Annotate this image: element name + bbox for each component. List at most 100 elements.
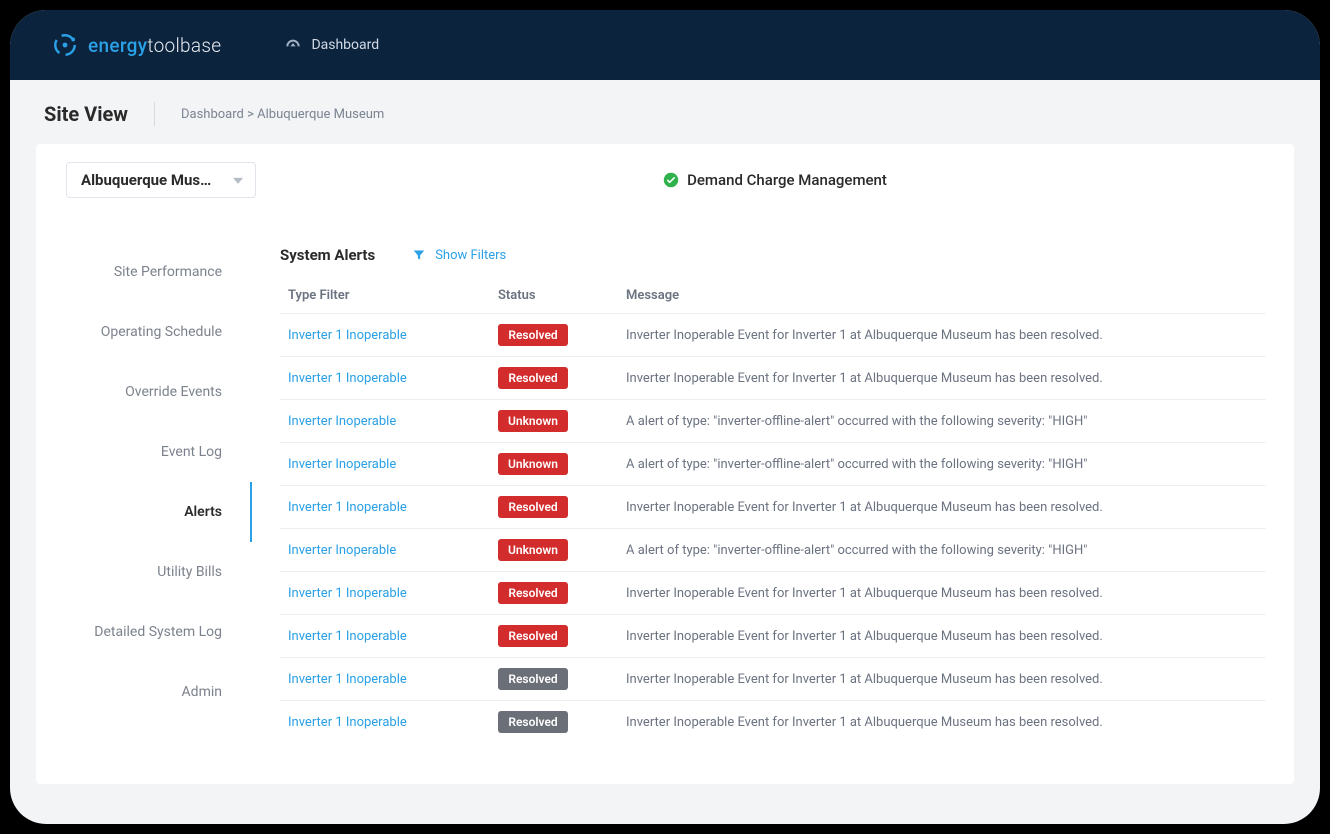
status-badge: Resolved [498, 324, 568, 346]
sidebar-item-admin[interactable]: Admin [36, 662, 252, 722]
alert-type-cell: Inverter 1 Inoperable [280, 314, 490, 357]
alert-type-link[interactable]: Inverter 1 Inoperable [288, 328, 407, 343]
status-badge: Unknown [498, 539, 568, 561]
sidebar-item-site-performance[interactable]: Site Performance [36, 242, 252, 302]
brand: energytoolbase [52, 32, 221, 58]
site-select[interactable]: Albuquerque Muse… [66, 162, 256, 198]
breadcrumb-home[interactable]: Dashboard [181, 107, 244, 122]
content-area: Albuquerque Muse… Demand Charge Manageme… [36, 144, 1294, 784]
alert-type-link[interactable]: Inverter Inoperable [288, 543, 396, 558]
alert-type-link[interactable]: Inverter 1 Inoperable [288, 500, 407, 515]
alert-status-cell: Resolved [490, 701, 618, 744]
status-badge: Resolved [498, 711, 568, 733]
table-row[interactable]: Inverter 1 Inoperable Resolved Inverter In… [280, 658, 1266, 701]
status-badge: Resolved [498, 668, 568, 690]
nav-dashboard-label: Dashboard [311, 37, 379, 53]
alert-type-cell: Inverter 1 Inoperable [280, 658, 490, 701]
alert-type-link[interactable]: Inverter 1 Inoperable [288, 672, 407, 687]
show-filters-label: Show Filters [435, 248, 506, 263]
check-circle-icon [663, 172, 679, 188]
alert-status-cell: Resolved [490, 486, 618, 529]
sidebar-item-override-events[interactable]: Override Events [36, 362, 252, 422]
table-row[interactable]: Inverter 1 Inoperable Resolved Inverter In… [280, 486, 1266, 529]
alert-type-link[interactable]: Inverter 1 Inoperable [288, 629, 407, 644]
alert-message-cell: Inverter Inoperable Event for Inverter 1… [618, 658, 1266, 701]
alert-type-link[interactable]: Inverter Inoperable [288, 414, 396, 429]
alert-type-cell: Inverter 1 Inoperable [280, 701, 490, 744]
content-top: Albuquerque Muse… Demand Charge Manageme… [36, 144, 1294, 216]
alert-status-cell: Resolved [490, 314, 618, 357]
sidebar-item-detailed-system-log[interactable]: Detailed System Log [36, 602, 252, 662]
alert-message-cell: Inverter Inoperable Event for Inverter 1… [618, 357, 1266, 400]
alert-status-cell: Unknown [490, 529, 618, 572]
alert-status-cell: Unknown [490, 400, 618, 443]
sidebar-item-operating-schedule[interactable]: Operating Schedule [36, 302, 252, 362]
brand-text: energytoolbase [88, 34, 221, 57]
mode-label: Demand Charge Management [687, 171, 887, 189]
col-type[interactable]: Type Filter [280, 278, 490, 314]
alert-message-cell: A alert of type: "inverter-offline-alert… [618, 529, 1266, 572]
alert-type-link[interactable]: Inverter 1 Inoperable [288, 586, 407, 601]
alert-type-cell: Inverter Inoperable [280, 443, 490, 486]
show-filters[interactable]: Show Filters [413, 248, 506, 263]
alert-message-cell: Inverter Inoperable Event for Inverter 1… [618, 615, 1266, 658]
content-body: Site PerformanceOperating ScheduleOverri… [36, 216, 1294, 753]
alert-type-link[interactable]: Inverter 1 Inoperable [288, 371, 407, 386]
alert-type-cell: Inverter Inoperable [280, 529, 490, 572]
status-badge: Unknown [498, 453, 568, 475]
divider [154, 102, 155, 126]
alert-type-link[interactable]: Inverter Inoperable [288, 457, 396, 472]
header-row: Site View Dashboard > Albuquerque Museum [10, 80, 1320, 144]
app-frame: energytoolbase Dashboard Site View Dashb… [10, 10, 1320, 824]
alert-message-cell: Inverter Inoperable Event for Inverter 1… [618, 572, 1266, 615]
alert-status-cell: Resolved [490, 615, 618, 658]
alert-type-cell: Inverter 1 Inoperable [280, 486, 490, 529]
brand-logo-icon [52, 32, 78, 58]
section-title: System Alerts [280, 246, 375, 264]
status-badge: Resolved [498, 367, 568, 389]
alert-type-cell: Inverter 1 Inoperable [280, 615, 490, 658]
alert-type-cell: Inverter Inoperable [280, 400, 490, 443]
table-row[interactable]: Inverter Inoperable Unknown A alert of typ… [280, 400, 1266, 443]
mode-badge: Demand Charge Management [663, 171, 887, 189]
alert-status-cell: Resolved [490, 572, 618, 615]
alerts-table: Type Filter Status Message Inverter 1 In… [280, 278, 1266, 743]
table-row[interactable]: Inverter Inoperable Unknown A alert of typ… [280, 443, 1266, 486]
sidebar-item-utility-bills[interactable]: Utility Bills [36, 542, 252, 602]
gauge-icon [285, 37, 301, 53]
alert-message-cell: A alert of type: "inverter-offline-alert… [618, 400, 1266, 443]
sidebar-item-event-log[interactable]: Event Log [36, 422, 252, 482]
col-status[interactable]: Status [490, 278, 618, 314]
alert-status-cell: Resolved [490, 357, 618, 400]
col-message[interactable]: Message [618, 278, 1266, 314]
table-row[interactable]: Inverter Inoperable Unknown A alert of typ… [280, 529, 1266, 572]
table-row[interactable]: Inverter 1 Inoperable Resolved Inverter In… [280, 572, 1266, 615]
table-row[interactable]: Inverter 1 Inoperable Resolved Inverter In… [280, 357, 1266, 400]
table-row[interactable]: Inverter 1 Inoperable Resolved Inverter In… [280, 701, 1266, 744]
alert-status-cell: Resolved [490, 658, 618, 701]
nav-dashboard[interactable]: Dashboard [285, 37, 379, 53]
sidebar-item-alerts[interactable]: Alerts [36, 482, 252, 542]
alert-status-cell: Unknown [490, 443, 618, 486]
section-head: System Alerts Show Filters [280, 246, 1266, 264]
status-badge: Resolved [498, 582, 568, 604]
alert-message-cell: Inverter Inoperable Event for Inverter 1… [618, 486, 1266, 529]
alert-message-cell: Inverter Inoperable Event for Inverter 1… [618, 701, 1266, 744]
alert-type-cell: Inverter 1 Inoperable [280, 572, 490, 615]
status-badge: Resolved [498, 625, 568, 647]
status-badge: Unknown [498, 410, 568, 432]
table-row[interactable]: Inverter 1 Inoperable Resolved Inverter In… [280, 314, 1266, 357]
sidebar: Site PerformanceOperating ScheduleOverri… [36, 216, 252, 753]
page-title: Site View [44, 102, 128, 126]
alert-message-cell: A alert of type: "inverter-offline-alert… [618, 443, 1266, 486]
alert-type-link[interactable]: Inverter 1 Inoperable [288, 715, 407, 730]
breadcrumb: Dashboard > Albuquerque Museum [181, 107, 384, 122]
alert-message-cell: Inverter Inoperable Event for Inverter 1… [618, 314, 1266, 357]
main: System Alerts Show Filters Type Filter S… [252, 216, 1294, 753]
alert-type-cell: Inverter 1 Inoperable [280, 357, 490, 400]
breadcrumb-site: Albuquerque Museum [257, 107, 384, 122]
status-badge: Resolved [498, 496, 568, 518]
topbar: energytoolbase Dashboard [10, 10, 1320, 80]
filter-icon [413, 249, 425, 261]
table-row[interactable]: Inverter 1 Inoperable Resolved Inverter In… [280, 615, 1266, 658]
